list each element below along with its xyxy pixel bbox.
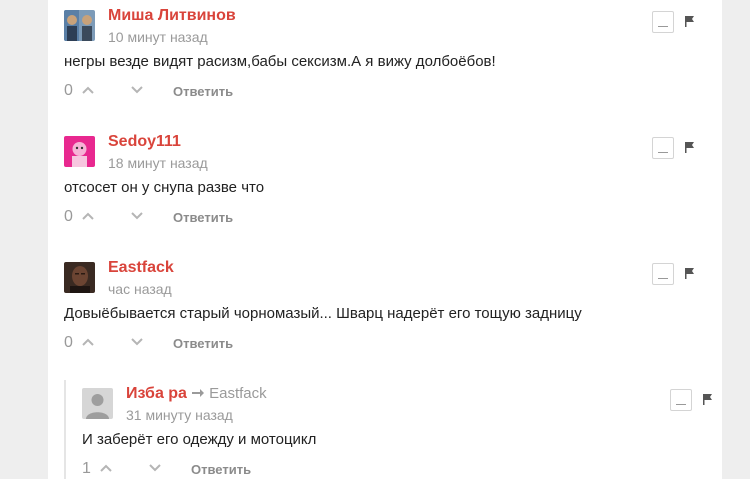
collapse-icon[interactable] — [670, 389, 692, 411]
comment: Миша Литвинов 10 минут назад негры везде… — [48, 2, 722, 122]
reply-button[interactable]: Ответить — [173, 84, 233, 99]
comment-actions: 1 Ответить — [82, 460, 322, 478]
comment-text: Довыёбывается старый чорномазый... Шварц… — [64, 305, 582, 322]
collapse-icon[interactable] — [652, 137, 674, 159]
collapse-icon[interactable] — [652, 11, 674, 33]
vote-score: 0 — [64, 208, 73, 225]
comment-actions: 0 Ответить — [64, 334, 304, 352]
chevron-up-icon[interactable] — [81, 334, 95, 350]
comment-actions: 0 Ответить — [64, 82, 304, 100]
vote-score: 0 — [64, 82, 73, 99]
avatar[interactable] — [82, 388, 113, 419]
comment-time[interactable]: 31 минуту назад — [126, 407, 233, 423]
parent-author-name[interactable]: Eastfack — [209, 385, 267, 402]
comment: Eastfack час назад Довыёбывается старый … — [48, 254, 722, 374]
chevron-down-icon[interactable] — [130, 208, 144, 224]
comment-actions: 0 Ответить — [64, 208, 304, 226]
comment-time[interactable]: 10 минут назад — [108, 29, 208, 45]
chevron-down-icon[interactable] — [130, 334, 144, 350]
collapse-icon[interactable] — [652, 263, 674, 285]
chevron-up-icon[interactable] — [99, 460, 113, 476]
comment-author[interactable]: Eastfack — [108, 259, 174, 277]
flag-icon[interactable] — [684, 267, 696, 280]
comment-text: отсосет он у снупа разве что — [64, 179, 265, 196]
vote-score: 1 — [82, 460, 91, 477]
flag-icon[interactable] — [684, 141, 696, 154]
avatar[interactable] — [64, 10, 95, 41]
comment-author[interactable]: Изба ра Eastfack — [126, 385, 267, 403]
comment-text: И заберёт его одежду и мотоцикл — [82, 431, 317, 448]
reply-arrow-icon — [191, 389, 204, 398]
chevron-down-icon[interactable] — [130, 82, 144, 98]
comment: Sedoy111 18 минут назад отсосет он у сну… — [48, 128, 722, 248]
comment-time[interactable]: 18 минут назад — [108, 155, 208, 171]
comment-author[interactable]: Миша Литвинов — [108, 7, 236, 25]
comment-text: негры везде видят расизм,бабы сексизм.А … — [64, 53, 496, 70]
avatar[interactable] — [64, 136, 95, 167]
vote-score: 0 — [64, 334, 73, 351]
avatar[interactable] — [64, 262, 95, 293]
chevron-down-icon[interactable] — [148, 460, 162, 476]
chevron-up-icon[interactable] — [81, 208, 95, 224]
comment-author[interactable]: Sedoy111 — [108, 133, 181, 151]
reply-button[interactable]: Ответить — [173, 210, 233, 225]
parent-reference[interactable]: Eastfack — [191, 385, 267, 402]
comment-reply: Изба ра Eastfack 31 минуту назад И забер… — [66, 380, 722, 479]
reply-thread: Изба ра Eastfack 31 минуту назад И забер… — [64, 380, 722, 479]
reply-author-name[interactable]: Изба ра — [126, 385, 187, 402]
reply-button[interactable]: Ответить — [191, 462, 251, 477]
flag-icon[interactable] — [684, 15, 696, 28]
comment-time[interactable]: час назад — [108, 281, 172, 297]
comments-panel: Миша Литвинов 10 минут назад негры везде… — [48, 0, 722, 479]
chevron-up-icon[interactable] — [81, 82, 95, 98]
reply-button[interactable]: Ответить — [173, 336, 233, 351]
flag-icon[interactable] — [702, 393, 714, 406]
